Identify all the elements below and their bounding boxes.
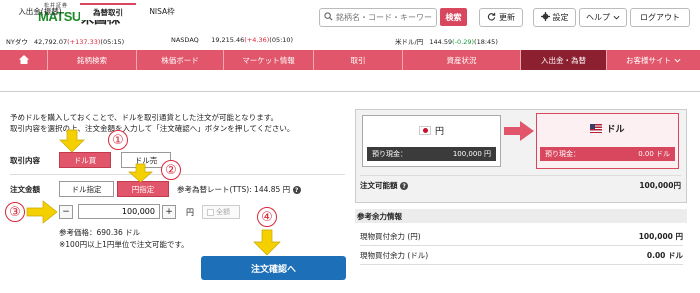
all-amount-checkbox[interactable]: 全額 <box>202 205 240 219</box>
annotation-4: ④ <box>257 207 277 227</box>
settings-button[interactable]: 設定 <box>533 8 576 27</box>
arrow-down-icon <box>253 229 281 256</box>
nav-customer-site-label: お客様サイト <box>626 55 671 65</box>
buy-usd-button[interactable]: ドル買 <box>59 152 111 168</box>
help-icon[interactable]: ? <box>400 182 409 190</box>
nav-stock-board[interactable]: 株価ボード <box>137 50 224 70</box>
nav-market-info[interactable]: マーケット情報 <box>224 50 314 70</box>
ticker-dow-label: NYダウ <box>6 38 28 46</box>
info-row-usd-label: 現物買付余力 (ドル) <box>360 251 429 260</box>
jpy-label: 円 <box>434 126 444 137</box>
order-note: ※100円以上1円単位で注文可能です。 <box>59 240 189 249</box>
chevron-down-icon <box>674 56 681 65</box>
ticker-nasdaq-change: (+4.36) <box>244 36 270 44</box>
nav-deposit-exchange[interactable]: 入出金・為替 <box>521 50 607 70</box>
ticker-usdjpy-change: (-0.29) <box>452 38 475 46</box>
tab-nisa[interactable]: NISA枠 <box>140 3 184 20</box>
description-line-1: 予めドルを購入しておくことで、ドルを取引通貨とした注文が可能となります。 <box>10 113 279 122</box>
search-box[interactable] <box>319 8 437 27</box>
amount-unit: 円 <box>186 208 194 217</box>
jpy-card[interactable]: 円 預り現金： 100,000 円 <box>362 115 501 167</box>
jpy-spec-button[interactable]: 円指定 <box>117 181 169 197</box>
nav-home[interactable] <box>0 50 48 70</box>
nav-assets[interactable]: 資産状況 <box>403 50 521 70</box>
usd-deposit-value: 0.00 ドル <box>638 150 670 158</box>
ticker-dow-value: 42,792.07 <box>34 38 68 46</box>
nav-trade[interactable]: 取引 <box>314 50 403 70</box>
info-title: 参考余力情報 <box>355 209 687 223</box>
arrow-right-icon <box>26 200 58 224</box>
arrow-down-icon <box>128 163 153 183</box>
japan-flag-icon <box>418 125 431 135</box>
search-input[interactable] <box>336 13 434 22</box>
annotation-1: ① <box>108 130 128 150</box>
jpy-card-header: 円 <box>363 120 500 140</box>
orderable-label-group: 注文可能額 ? <box>360 180 409 191</box>
ticker-dow: NYダウ 42,792.07(+137.33)(05:15) <box>6 36 124 46</box>
tab-fx-trade[interactable]: 為替取引 <box>80 3 136 20</box>
search-icon <box>324 12 333 23</box>
jpy-deposit-value: 100,000 円 <box>452 150 491 158</box>
refresh-label: 更新 <box>499 13 515 22</box>
nav-stock-search[interactable]: 銘柄検索 <box>48 50 137 70</box>
info-row-jpy: 現物買付余力 (円) 100,000 円 <box>360 228 683 246</box>
gear-icon <box>540 12 550 23</box>
confirm-order-button[interactable]: 注文確認へ <box>201 256 346 280</box>
ticker-nasdaq: NASDAQ 19,215.46(+4.36)(05:10) <box>171 36 293 44</box>
reference-price: 参考価格：690.36 ドル <box>59 228 141 237</box>
home-icon <box>18 54 30 67</box>
chevron-down-icon <box>613 13 620 22</box>
jpy-deposit-label: 預り現金： <box>372 150 407 158</box>
orderable-label: 注文可能額 <box>360 181 398 190</box>
usd-deposit-label: 預り現金： <box>545 150 580 158</box>
decrement-button[interactable]: − <box>59 205 73 219</box>
ticker-usdjpy-value: 144.59 <box>429 38 453 46</box>
increment-button[interactable]: + <box>162 205 176 219</box>
refresh-icon <box>487 12 496 23</box>
tab-deposit-transfer[interactable]: 入出金(振替) <box>6 3 74 20</box>
annotation-3: ③ <box>5 202 25 222</box>
info-row-jpy-label: 現物買付余力 (円) <box>360 232 421 241</box>
orderable-value: 100,000円 <box>639 181 681 190</box>
reference-rate-text: 参考為替レート(TTS): 144.85 円 <box>177 185 291 194</box>
ticker-usdjpy-time: (18:45) <box>474 38 498 46</box>
ticker-dow-time: (05:15) <box>100 38 125 46</box>
arrow-down-icon <box>59 129 85 153</box>
refresh-button[interactable]: 更新 <box>479 8 523 27</box>
usd-card[interactable]: ドル 預り現金： 0.00 ドル <box>536 113 679 169</box>
nav-customer-site[interactable]: お客様サイト <box>607 50 700 70</box>
usd-spec-button[interactable]: ドル指定 <box>59 181 114 197</box>
help-button[interactable]: ヘルプ <box>579 8 627 27</box>
help-icon[interactable]: ? <box>292 186 301 194</box>
main-nav: 銘柄検索 株価ボード マーケット情報 取引 資産状況 入出金・為替 お客様サイト <box>0 50 700 70</box>
checkbox-icon <box>207 208 214 216</box>
us-flag-icon <box>590 123 603 133</box>
ticker-nasdaq-time: (05:10) <box>269 36 294 44</box>
amount-label: 注文金額 <box>10 185 40 194</box>
settings-label: 設定 <box>552 13 569 22</box>
annotation-2: ② <box>161 160 181 180</box>
orderable-row: 注文可能額 ? 100,000円 <box>360 175 681 195</box>
trade-type-label: 取引内容 <box>10 156 40 165</box>
search-button[interactable]: 検索 <box>440 8 467 26</box>
reference-rate: 参考為替レート(TTS): 144.85 円 ? <box>177 184 301 195</box>
logout-button[interactable]: ログアウト <box>630 8 690 27</box>
jpy-deposit-bar: 預り現金： 100,000 円 <box>367 147 496 161</box>
ticker-nasdaq-label: NASDAQ <box>171 36 199 44</box>
usd-label: ドル <box>606 124 625 135</box>
info-row-usd: 現物買付余力 (ドル) 0.00 ドル <box>360 247 683 265</box>
info-row-jpy-value: 100,000 円 <box>638 232 683 241</box>
help-label: ヘルプ <box>586 13 610 22</box>
ticker-nasdaq-value: 19,215.46 <box>211 36 245 44</box>
info-row-usd-value: 0.00 ドル <box>646 251 683 260</box>
all-amount-label: 全額 <box>216 208 230 216</box>
arrow-right-icon <box>504 121 534 141</box>
ticker-usdjpy-label: 米ドル/円 <box>395 38 424 46</box>
amount-input[interactable] <box>78 204 160 219</box>
ticker-usdjpy: 米ドル/円 144.59(-0.29)(18:45) <box>395 36 498 46</box>
ticker-dow-change: (+137.33) <box>67 38 101 46</box>
usd-deposit-bar: 預り現金： 0.00 ドル <box>540 147 675 161</box>
usd-card-header: ドル <box>537 118 678 138</box>
sub-tabs <box>0 72 700 92</box>
